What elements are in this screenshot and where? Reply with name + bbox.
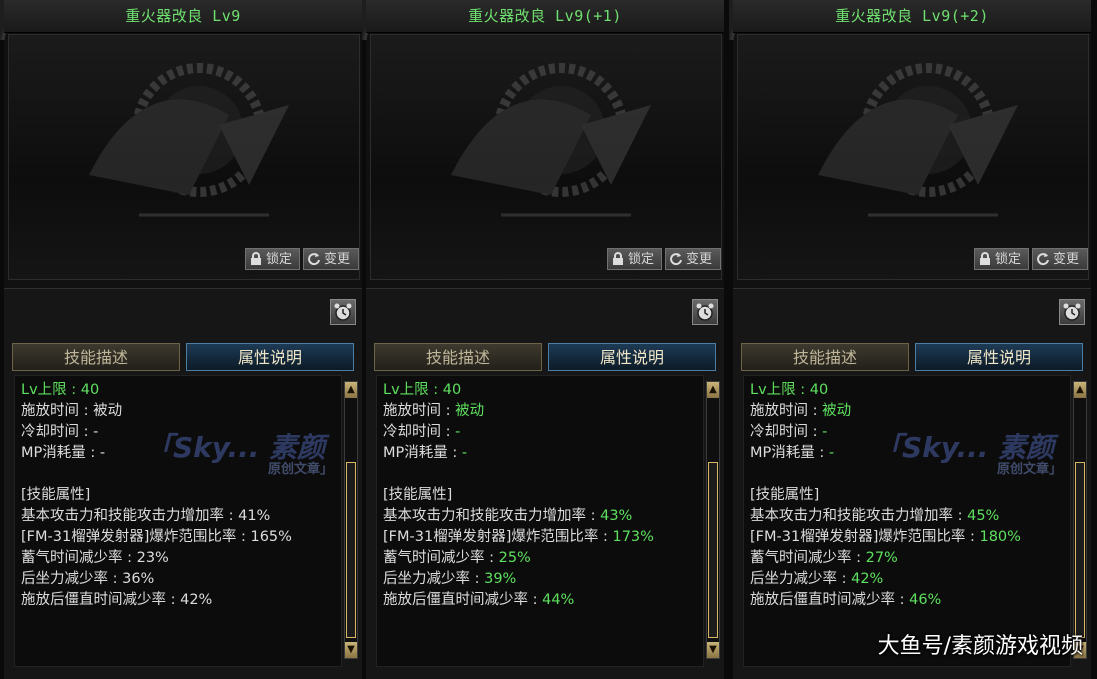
- cooldown-line: 冷却时间 : -: [750, 424, 828, 440]
- game-logo-image: [89, 63, 289, 217]
- attack-rate-line: 基本攻击力和技能攻击力增加率 : 45%: [750, 508, 1000, 524]
- scrollbar[interactable]: ▲ ▼: [1073, 381, 1087, 659]
- tab-skill-description[interactable]: 技能描述: [374, 343, 542, 371]
- change-label: 变更: [1053, 252, 1080, 267]
- scroll-up-arrow-icon[interactable]: ▲: [707, 382, 719, 398]
- skill-preview: 锁定 变更: [8, 34, 360, 280]
- recoil-line: 后坐力减少率 : 39%: [383, 571, 517, 587]
- scrollbar[interactable]: ▲ ▼: [344, 381, 358, 659]
- lock-label: 锁定: [628, 252, 655, 267]
- skill-panel-plus2: 重火器改良 Lv9(+2) 锁定 变更 技能描述 属性说明 「Sky... 素颜…: [729, 0, 1091, 679]
- skill-info-panel: 技能描述 属性说明 「Sky... 素颜 原创文章」 Lv上限 : 40 施放时…: [733, 288, 1091, 679]
- lock-button[interactable]: 锁定: [245, 248, 300, 270]
- skill-title: 重火器改良 Lv9: [4, 0, 362, 33]
- stiffness-line: 施放后僵直时间减少率 : 44%: [383, 592, 575, 608]
- game-logo-image: [818, 63, 1018, 217]
- clock-button[interactable]: [692, 299, 718, 325]
- skill-preview: 锁定 变更: [370, 34, 722, 280]
- lock-button[interactable]: 锁定: [607, 248, 662, 270]
- lock-label: 锁定: [266, 252, 293, 267]
- scroll-thumb[interactable]: [346, 462, 356, 638]
- charge-time-line: 蓄气时间减少率 : 27%: [750, 550, 898, 566]
- lock-icon: [251, 252, 261, 265]
- cooldown-line: 冷却时间 : -: [21, 424, 99, 440]
- change-label: 变更: [686, 252, 713, 267]
- alarm-clock-icon: [696, 303, 714, 321]
- level-cap-line: Lv上限 : 40: [383, 382, 462, 398]
- level-cap-line: Lv上限 : 40: [21, 382, 100, 398]
- skill-preview: 锁定 变更: [737, 34, 1089, 280]
- alarm-clock-icon: [1063, 303, 1081, 321]
- attribute-content: 「Sky... 素颜 原创文章」 Lv上限 : 40 施放时间 : 被动 冷却时…: [743, 375, 1071, 667]
- skill-panel-plus1: 重火器改良 Lv9(+1) 锁定 变更 技能描述 属性说明 Lv上限 : 40 …: [362, 0, 724, 679]
- lock-label: 锁定: [995, 252, 1022, 267]
- refresh-icon: [670, 253, 682, 266]
- scroll-up-arrow-icon[interactable]: ▲: [345, 382, 357, 398]
- section-heading: [技能属性]: [383, 487, 453, 503]
- mp-cost-line: MP消耗量 : -: [383, 445, 468, 461]
- skill-title: 重火器改良 Lv9(+2): [733, 0, 1091, 33]
- blast-range-line: [FM-31榴弹发射器]爆炸范围比率 : 165%: [21, 529, 292, 545]
- blast-range-line: [FM-31榴弹发射器]爆炸范围比率 : 173%: [383, 529, 654, 545]
- scroll-down-arrow-icon[interactable]: ▼: [707, 642, 719, 658]
- scrollbar[interactable]: ▲ ▼: [706, 381, 720, 659]
- attribute-content: 「Sky... 素颜 原创文章」 Lv上限 : 40 施放时间 : 被动 冷却时…: [14, 375, 342, 667]
- level-cap-line: Lv上限 : 40: [750, 382, 829, 398]
- recoil-line: 后坐力减少率 : 42%: [750, 571, 884, 587]
- section-heading: [技能属性]: [21, 487, 91, 503]
- charge-time-line: 蓄气时间减少率 : 25%: [383, 550, 531, 566]
- game-logo-image: [451, 63, 651, 217]
- recoil-line: 后坐力减少率 : 36%: [21, 571, 155, 587]
- tab-attribute-info[interactable]: 属性说明: [915, 343, 1083, 371]
- section-heading: [技能属性]: [750, 487, 820, 503]
- mp-cost-line: MP消耗量 : -: [750, 445, 835, 461]
- scroll-up-arrow-icon[interactable]: ▲: [1074, 382, 1086, 398]
- lock-icon: [613, 252, 623, 265]
- tab-skill-description[interactable]: 技能描述: [741, 343, 909, 371]
- clock-button[interactable]: [1059, 299, 1085, 325]
- tab-attribute-info[interactable]: 属性说明: [186, 343, 354, 371]
- cast-time-line: 施放时间 : 被动: [383, 403, 485, 419]
- clock-button[interactable]: [330, 299, 356, 325]
- cast-time-line: 施放时间 : 被动: [750, 403, 852, 419]
- refresh-icon: [308, 253, 320, 266]
- scroll-thumb[interactable]: [1075, 462, 1085, 638]
- cooldown-line: 冷却时间 : -: [383, 424, 461, 440]
- refresh-icon: [1037, 253, 1049, 266]
- scroll-thumb[interactable]: [708, 462, 718, 638]
- skill-title: 重火器改良 Lv9(+1): [366, 0, 724, 33]
- charge-time-line: 蓄气时间减少率 : 23%: [21, 550, 169, 566]
- scroll-down-arrow-icon[interactable]: ▼: [345, 642, 357, 658]
- attack-rate-line: 基本攻击力和技能攻击力增加率 : 43%: [383, 508, 633, 524]
- attack-rate-line: 基本攻击力和技能攻击力增加率 : 41%: [21, 508, 271, 524]
- change-button[interactable]: 变更: [665, 248, 721, 270]
- tab-skill-description[interactable]: 技能描述: [12, 343, 180, 371]
- tab-attribute-info[interactable]: 属性说明: [548, 343, 716, 371]
- source-credit: 大鱼号/素颜游戏视频: [877, 634, 1083, 659]
- cast-time-line: 施放时间 : 被动: [21, 403, 123, 419]
- change-button[interactable]: 变更: [1032, 248, 1088, 270]
- skill-panel-base: 重火器改良 Lv9 锁定 变更 技能描述 属性说明 「Sky... 素颜 原创文…: [0, 0, 362, 679]
- lock-button[interactable]: 锁定: [974, 248, 1029, 270]
- skill-info-panel: 技能描述 属性说明 Lv上限 : 40 施放时间 : 被动 冷却时间 : - M…: [366, 288, 724, 679]
- alarm-clock-icon: [334, 303, 352, 321]
- blast-range-line: [FM-31榴弹发射器]爆炸范围比率 : 180%: [750, 529, 1021, 545]
- attribute-content: Lv上限 : 40 施放时间 : 被动 冷却时间 : - MP消耗量 : - […: [376, 375, 704, 667]
- skill-info-panel: 技能描述 属性说明 「Sky... 素颜 原创文章」 Lv上限 : 40 施放时…: [4, 288, 362, 679]
- change-button[interactable]: 变更: [303, 248, 359, 270]
- lock-icon: [980, 252, 990, 265]
- stiffness-line: 施放后僵直时间减少率 : 42%: [21, 592, 213, 608]
- change-label: 变更: [324, 252, 351, 267]
- mp-cost-line: MP消耗量 : -: [21, 445, 106, 461]
- stiffness-line: 施放后僵直时间减少率 : 46%: [750, 592, 942, 608]
